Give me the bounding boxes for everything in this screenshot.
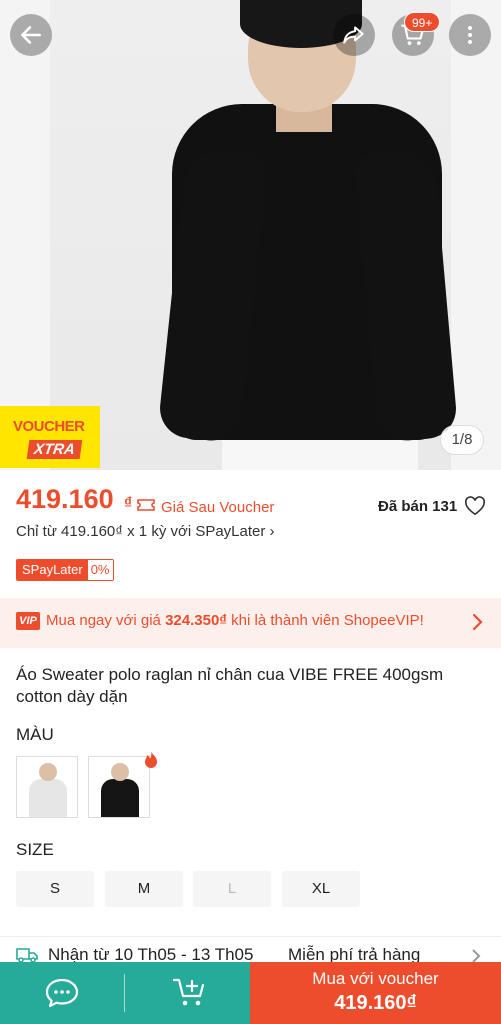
bottom-bar-divider <box>124 974 125 1012</box>
shopee-vip-banner[interactable]: VIP Mua ngay với giá 324.350₫ khi là thà… <box>0 598 501 648</box>
size-label: SIZE <box>16 840 54 859</box>
voucher-xtra-top: VOUCHER <box>13 418 85 435</box>
size-option-xl[interactable]: XL <box>282 871 360 907</box>
product-photo <box>50 0 459 470</box>
product-price: 419.160 <box>16 484 114 514</box>
vip-price: 324.350₫ <box>165 612 227 629</box>
cart-plus-icon[interactable] <box>172 976 208 1010</box>
bottom-bar-secondary <box>0 962 250 1024</box>
spaylater-badge: SPayLater 0% <box>16 559 114 581</box>
spaylater-badge-label: SPayLater <box>17 560 88 580</box>
product-title: Áo Sweater polo raglan nỉ chân cua VIBE … <box>16 665 444 706</box>
buy-with-voucher-button[interactable]: Mua với voucher 419.160₫ <box>250 962 501 1024</box>
price-currency: ₫ <box>124 495 133 512</box>
buy-button-label: Mua với voucher <box>312 969 439 988</box>
more-vertical-icon <box>468 26 472 44</box>
voucher-tag-icon <box>137 499 155 511</box>
size-option-s[interactable]: S <box>16 871 94 907</box>
size-option-m[interactable]: M <box>105 871 183 907</box>
image-counter: 1/8 <box>440 425 484 455</box>
more-button[interactable] <box>449 14 491 56</box>
chevron-right-icon <box>472 613 483 631</box>
sold-count: Đã bán 131 <box>378 498 458 515</box>
color-option-white[interactable] <box>16 756 78 818</box>
buy-button-price: 419.160₫ <box>334 992 417 1014</box>
voucher-xtra-bottom: XTRA <box>26 440 83 459</box>
share-icon <box>343 26 364 44</box>
vip-text: Mua ngay với giá 324.350₫ khi là thành v… <box>46 612 424 629</box>
color-option-black[interactable] <box>88 756 150 818</box>
size-option-l: L <box>193 871 271 907</box>
arrow-left-icon <box>21 26 41 44</box>
vip-logo: VIP <box>16 612 40 630</box>
product-gallery[interactable]: 99+ VOUCHER XTRA 1/8 <box>0 0 501 470</box>
fire-icon <box>145 751 157 768</box>
share-button[interactable] <box>333 14 375 56</box>
color-label: MÀU <box>16 725 54 744</box>
bottom-action-bar: Mua với voucher 419.160₫ <box>0 962 501 1024</box>
heart-icon[interactable] <box>464 496 486 516</box>
voucher-xtra-badge: VOUCHER XTRA <box>0 406 100 468</box>
spaylater-badge-rate: 0% <box>87 560 113 580</box>
back-button[interactable] <box>10 14 52 56</box>
vip-text-suffix: khi là thành viên ShopeeVIP! <box>226 612 424 629</box>
price-after-voucher-label: Giá Sau Voucher <box>161 499 275 516</box>
vip-text-prefix: Mua ngay với giá <box>46 612 166 629</box>
truck-icon <box>16 948 38 963</box>
spaylater-installment-link[interactable]: Chỉ từ 419.160₫ x 1 kỳ với SPayLater › <box>16 523 275 540</box>
cart-count-badge: 99+ <box>404 12 441 32</box>
chat-icon[interactable] <box>44 976 80 1010</box>
